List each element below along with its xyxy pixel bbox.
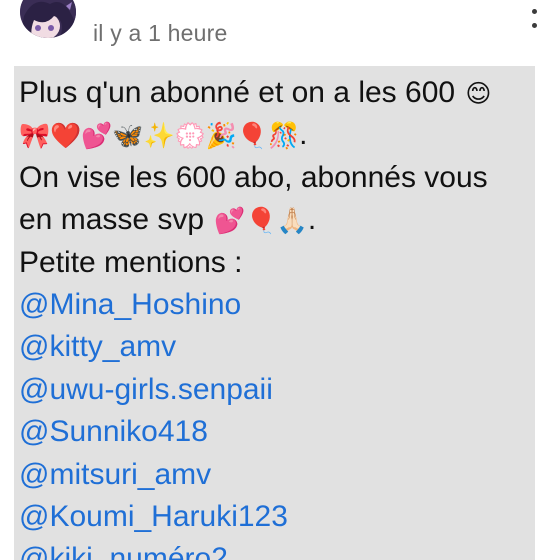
mention-link[interactable]: @mitsuri_amv xyxy=(19,454,549,496)
mention-link[interactable]: @Sunniko418 xyxy=(19,411,549,453)
mention-text[interactable]: @Koumi_Haruki123 xyxy=(19,500,288,533)
comment-line-text: en masse svp xyxy=(19,203,213,237)
mention-link[interactable]: @kiki_numéro2 xyxy=(19,538,549,560)
comment-text: Plus q'un abonné et on a les 600 😊 🎀❤️💕🦋… xyxy=(19,72,549,560)
mention-text[interactable]: @kitty_amv xyxy=(19,330,176,363)
mention-text[interactable]: @mitsuri_amv xyxy=(19,458,211,491)
comment-line: en masse svp 💕🎈🙏🏻. xyxy=(19,199,549,241)
anime-avatar-icon xyxy=(20,0,76,38)
more-vertical-icon[interactable] xyxy=(524,0,544,28)
comment-line: Petite mentions : xyxy=(19,242,549,284)
mention-text[interactable]: @uwu-girls.senpaii xyxy=(19,373,273,406)
emoji-group-icon: 💕🎈🙏🏻 xyxy=(214,207,308,236)
mention-link[interactable]: @Mina_Hoshino xyxy=(19,284,549,326)
comment-line-text: . xyxy=(307,203,317,237)
smile-emoji-icon: 😊 xyxy=(465,80,492,108)
emoji-row-icon: 🎀❤️💕🦋✨💮🎉🎈🎊 xyxy=(19,122,300,151)
mention-link[interactable]: @Koumi_Haruki123 xyxy=(19,496,549,538)
mention-text[interactable]: @kiki_numéro2 xyxy=(19,542,228,560)
comment-line-text: Petite mentions : xyxy=(19,245,243,279)
comment-line: On vise les 600 abo, abonnés vous xyxy=(19,157,549,199)
comment-line-text: On vise les 600 abo, abonnés vous xyxy=(19,160,488,194)
comment-line-text: Plus q'un abonné et on a les 600 xyxy=(19,76,464,109)
mention-link[interactable]: @kitty_amv xyxy=(19,326,549,368)
menu-dot xyxy=(531,23,537,28)
avatar[interactable] xyxy=(20,0,76,38)
comment-line: 🎀❤️💕🦋✨💮🎉🎈🎊. xyxy=(19,114,549,156)
comment-line-text: . xyxy=(299,118,308,152)
comment-screen: il y a 1 heure Plus q'un abonné et on a … xyxy=(0,0,560,560)
mention-text[interactable]: @Sunniko418 xyxy=(19,415,208,448)
comment-line: Plus q'un abonné et on a les 600 😊 xyxy=(19,72,549,114)
comment-timestamp: il y a 1 heure xyxy=(93,20,228,46)
mention-text[interactable]: @Mina_Hoshino xyxy=(19,288,241,321)
mention-link[interactable]: @uwu-girls.senpaii xyxy=(19,369,549,411)
menu-dot xyxy=(531,8,537,14)
